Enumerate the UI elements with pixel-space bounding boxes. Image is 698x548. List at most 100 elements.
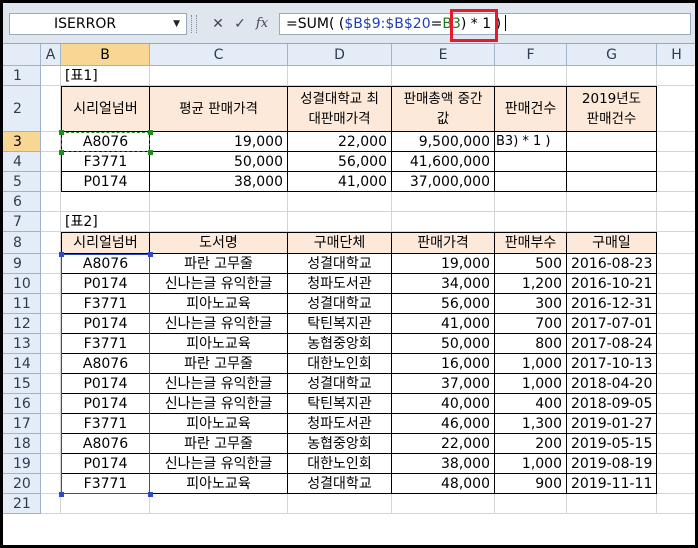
table2-data-cell[interactable]: 신나는글 유익한글 <box>150 274 288 294</box>
range-handle[interactable] <box>148 150 153 155</box>
table2-data-cell[interactable]: 500 <box>495 254 567 274</box>
table1-serial-cell[interactable]: A8076 <box>61 132 150 152</box>
column-header-d[interactable]: D <box>288 44 392 66</box>
table2-data-cell[interactable]: 신나는글 유익한글 <box>150 394 288 414</box>
table1-label[interactable]: [표1] <box>61 66 150 86</box>
row-header-7[interactable]: 7 <box>3 212 41 232</box>
table2-data-cell[interactable]: 신나는글 유익한글 <box>150 374 288 394</box>
row-header-14[interactable]: 14 <box>3 354 41 374</box>
grid-cell[interactable] <box>392 192 495 212</box>
row-header-9[interactable]: 9 <box>3 254 41 274</box>
grid-cell[interactable] <box>150 192 288 212</box>
grid-cell[interactable] <box>41 314 61 334</box>
table2-data-cell[interactable]: 피아노교육 <box>150 294 288 314</box>
range-handle[interactable] <box>59 252 64 257</box>
table1-header-cell[interactable]: 판매건수 <box>495 86 567 132</box>
grid-cell[interactable] <box>41 132 61 152</box>
table2-serial-cell[interactable]: A8076 <box>61 254 150 274</box>
table2-data-cell[interactable]: 1,200 <box>495 274 567 294</box>
row-header-20[interactable]: 20 <box>3 474 41 494</box>
grid-cell[interactable] <box>288 212 392 232</box>
table2-data-cell[interactable]: 56,000 <box>392 294 495 314</box>
grid-cell[interactable] <box>657 172 695 192</box>
table2-data-cell[interactable]: 200 <box>495 434 567 454</box>
grid-cell[interactable] <box>567 192 657 212</box>
select-all-corner[interactable] <box>3 44 41 66</box>
table1-data-cell[interactable]: 19,000 <box>150 132 288 152</box>
grid-cell[interactable] <box>495 192 567 212</box>
table2-data-cell[interactable]: 37,000 <box>392 374 495 394</box>
range-handle[interactable] <box>59 130 64 135</box>
table1-data-cell[interactable]: 56,000 <box>288 152 392 172</box>
table2-serial-cell[interactable]: P0174 <box>61 374 150 394</box>
grid-cell[interactable] <box>567 212 657 232</box>
grid-cell[interactable] <box>392 494 495 514</box>
chevron-down-icon[interactable]: ▼ <box>173 14 180 34</box>
row-header-4[interactable]: 4 <box>3 152 41 172</box>
column-header-g[interactable]: G <box>567 44 657 66</box>
grid-cell[interactable] <box>41 454 61 474</box>
row-header-19[interactable]: 19 <box>3 454 41 474</box>
column-header-c[interactable]: C <box>150 44 288 66</box>
table2-data-cell[interactable]: 22,000 <box>392 434 495 454</box>
grid-cell[interactable] <box>41 152 61 172</box>
grip-handle-icon[interactable] <box>191 15 197 33</box>
table2-data-cell[interactable]: 50,000 <box>392 334 495 354</box>
table2-data-cell[interactable]: 34,000 <box>392 274 495 294</box>
grid-cell[interactable] <box>657 314 695 334</box>
row-header-12[interactable]: 12 <box>3 314 41 334</box>
table1-data-cell[interactable]: 50,000 <box>150 152 288 172</box>
row-header-5[interactable]: 5 <box>3 172 41 192</box>
formula-input[interactable]: =SUM( ($B$9:$B$20=B3) * 1 ) <box>279 13 691 35</box>
table1-data-cell[interactable]: 38,000 <box>150 172 288 192</box>
grid-cell[interactable] <box>657 152 695 172</box>
table2-data-cell[interactable]: 2019-05-15 <box>567 434 657 454</box>
table2-serial-cell[interactable]: A8076 <box>61 354 150 374</box>
grid-cell[interactable] <box>61 192 150 212</box>
table2-data-cell[interactable]: 성결대학교 <box>288 254 392 274</box>
table2-serial-cell[interactable]: P0174 <box>61 394 150 414</box>
grid-cell[interactable] <box>657 394 695 414</box>
table2-data-cell[interactable]: 2016-12-31 <box>567 294 657 314</box>
column-header-a[interactable]: A <box>41 44 61 66</box>
cancel-icon[interactable]: ✕ <box>209 14 227 34</box>
row-header-21[interactable]: 21 <box>3 494 41 514</box>
table1-header-cell[interactable]: 평균 판매가격 <box>150 86 288 132</box>
table2-data-cell[interactable]: 2017-07-01 <box>567 314 657 334</box>
table2-serial-cell[interactable]: F3771 <box>61 294 150 314</box>
table1-data-cell[interactable] <box>495 152 567 172</box>
column-header-e[interactable]: E <box>392 44 495 66</box>
table2-data-cell[interactable]: 2017-10-13 <box>567 354 657 374</box>
grid-cell[interactable] <box>657 494 695 514</box>
row-header-13[interactable]: 13 <box>3 334 41 354</box>
grid-cell[interactable] <box>657 274 695 294</box>
editing-cell-f3[interactable]: B3) * 1 ) <box>496 133 566 151</box>
enter-check-icon[interactable]: ✓ <box>231 14 249 34</box>
column-header-b[interactable]: B <box>61 44 150 66</box>
table2-data-cell[interactable]: 농협중앙회 <box>288 434 392 454</box>
table2-serial-cell[interactable]: F3771 <box>61 414 150 434</box>
table2-data-cell[interactable]: 2018-09-05 <box>567 394 657 414</box>
table2-data-cell[interactable]: 성결대학교 <box>288 374 392 394</box>
grid-cell[interactable] <box>495 494 567 514</box>
row-header-18[interactable]: 18 <box>3 434 41 454</box>
row-header-11[interactable]: 11 <box>3 294 41 314</box>
table1-header-cell[interactable]: 2019년도 판매건수 <box>567 86 657 132</box>
grid-cell[interactable] <box>41 172 61 192</box>
grid-cell[interactable] <box>657 132 695 152</box>
grid-cell[interactable] <box>567 66 657 86</box>
range-handle[interactable] <box>59 150 64 155</box>
table2-serial-cell[interactable]: A8076 <box>61 434 150 454</box>
table1-data-cell[interactable]: 41,600,000 <box>392 152 495 172</box>
grid-cell[interactable] <box>150 494 288 514</box>
table1-data-cell[interactable]: 22,000 <box>288 132 392 152</box>
grid-cell[interactable] <box>495 66 567 86</box>
range-handle[interactable] <box>148 252 153 257</box>
table1-data-cell[interactable] <box>495 172 567 192</box>
table2-data-cell[interactable]: 1,000 <box>495 374 567 394</box>
grid-cell[interactable] <box>41 294 61 314</box>
grid-cell[interactable] <box>150 212 288 232</box>
grid-cell[interactable] <box>41 334 61 354</box>
table2-data-cell[interactable]: 대한노인회 <box>288 454 392 474</box>
table1-header-cell[interactable]: 시리얼넘버 <box>61 86 150 132</box>
